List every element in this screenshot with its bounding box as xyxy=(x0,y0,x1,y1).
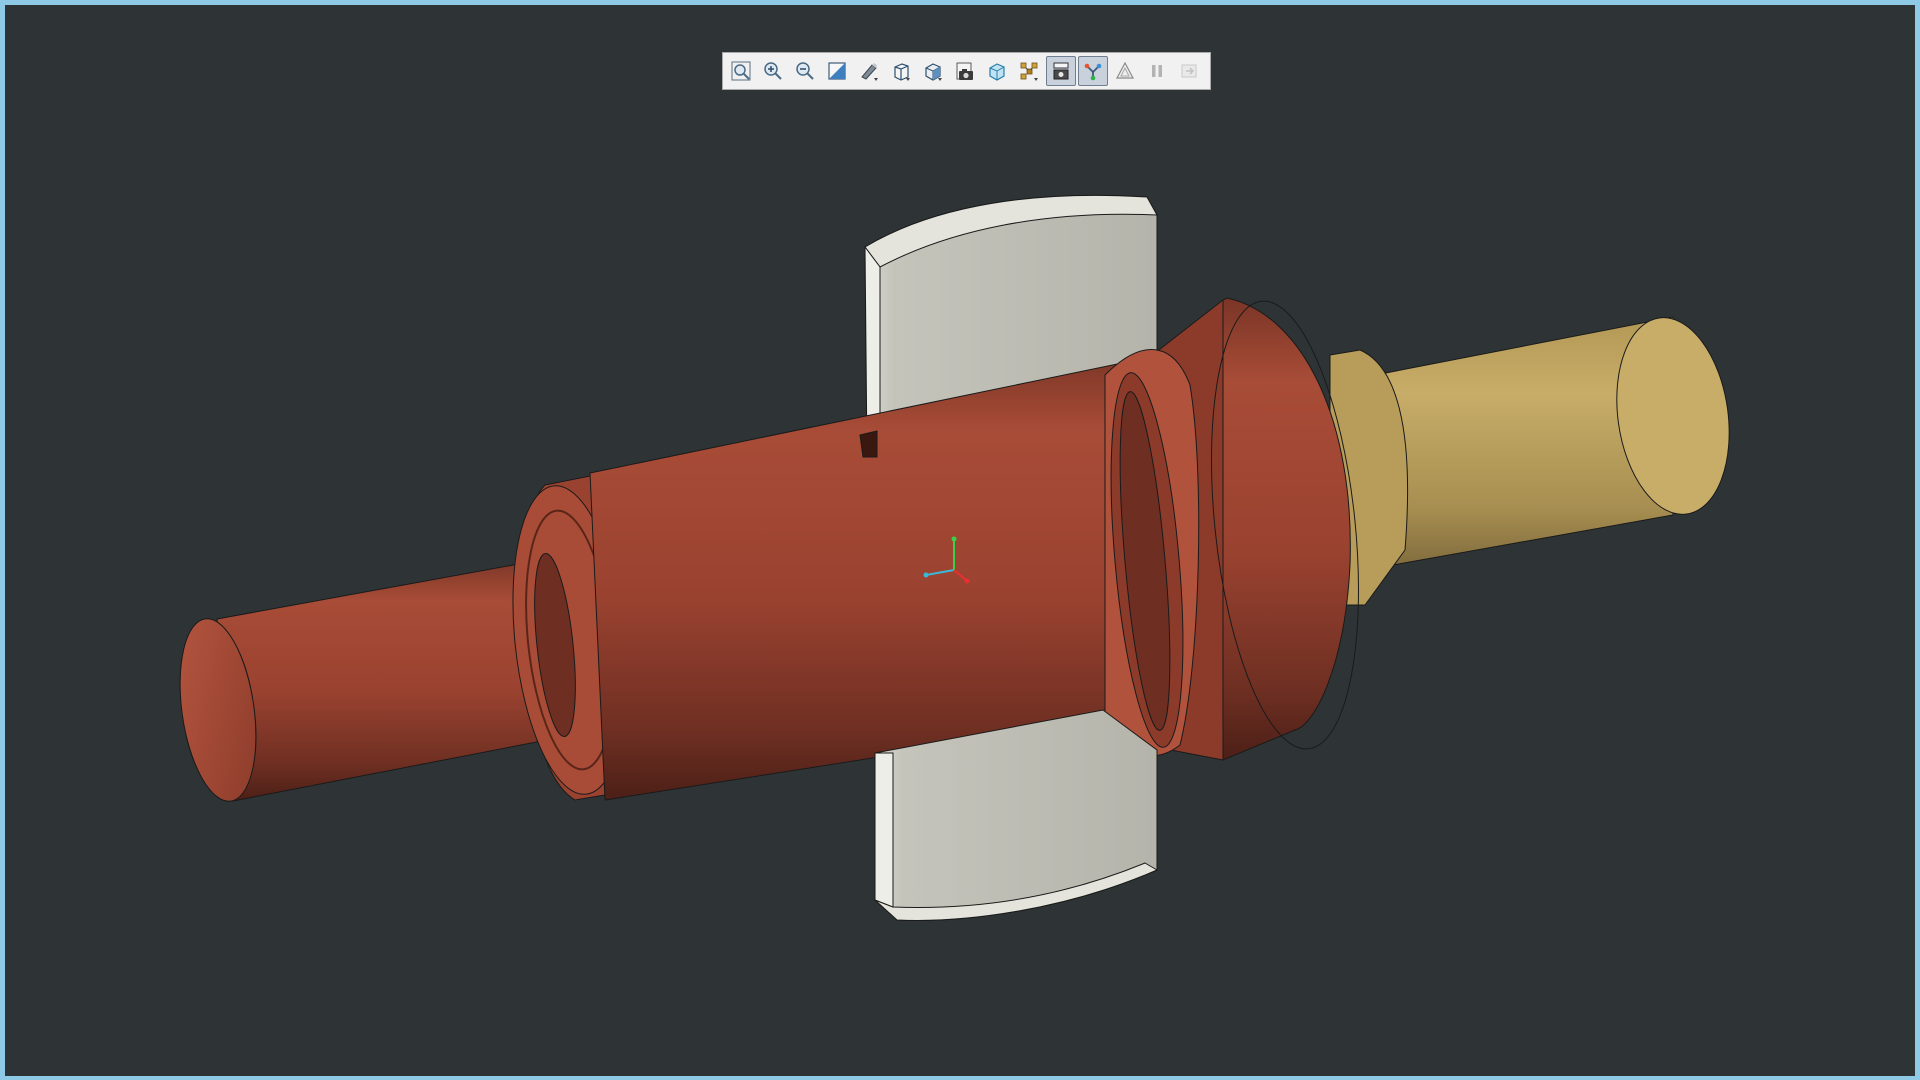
view-orientation-button[interactable] xyxy=(886,56,916,86)
bearing-sleeve[interactable] xyxy=(1329,310,1741,606)
display-mode-icon xyxy=(861,63,878,81)
screenshot-button[interactable] xyxy=(950,56,980,86)
pause-button[interactable] xyxy=(1142,56,1172,86)
fit-all-button[interactable] xyxy=(726,56,756,86)
projection-icon xyxy=(925,63,942,81)
shaft-left-end[interactable] xyxy=(170,556,558,806)
section-view-button[interactable] xyxy=(822,56,852,86)
camera-icon xyxy=(956,62,973,80)
zoom-in-icon xyxy=(764,62,782,80)
measure-icon xyxy=(1084,63,1102,81)
projection-button[interactable] xyxy=(918,56,948,86)
view-cube-icon xyxy=(894,63,910,81)
display-mode-button[interactable] xyxy=(854,56,884,86)
exit-icon xyxy=(1181,64,1197,78)
3d-viewport[interactable] xyxy=(5,5,1915,1076)
explode-button[interactable] xyxy=(1014,56,1044,86)
section-plane-icon xyxy=(828,62,846,80)
model-scene[interactable] xyxy=(5,5,1915,1076)
markup-button[interactable] xyxy=(1110,56,1140,86)
measure-button[interactable] xyxy=(1078,56,1108,86)
transparent-box-icon xyxy=(989,63,1005,81)
zoom-out-button[interactable] xyxy=(790,56,820,86)
zoom-fit-icon xyxy=(731,61,751,81)
pause-icon xyxy=(1152,65,1162,77)
exit-button[interactable] xyxy=(1174,56,1204,86)
zoom-out-icon xyxy=(796,62,814,80)
explode-icon xyxy=(1020,62,1038,81)
model-tree-button[interactable] xyxy=(1046,56,1076,86)
viewer-toolbar xyxy=(722,52,1211,90)
transparency-button[interactable] xyxy=(982,56,1012,86)
zoom-in-button[interactable] xyxy=(758,56,788,86)
model-tree-icon xyxy=(1053,62,1069,80)
markup-triangle-icon xyxy=(1116,61,1134,79)
